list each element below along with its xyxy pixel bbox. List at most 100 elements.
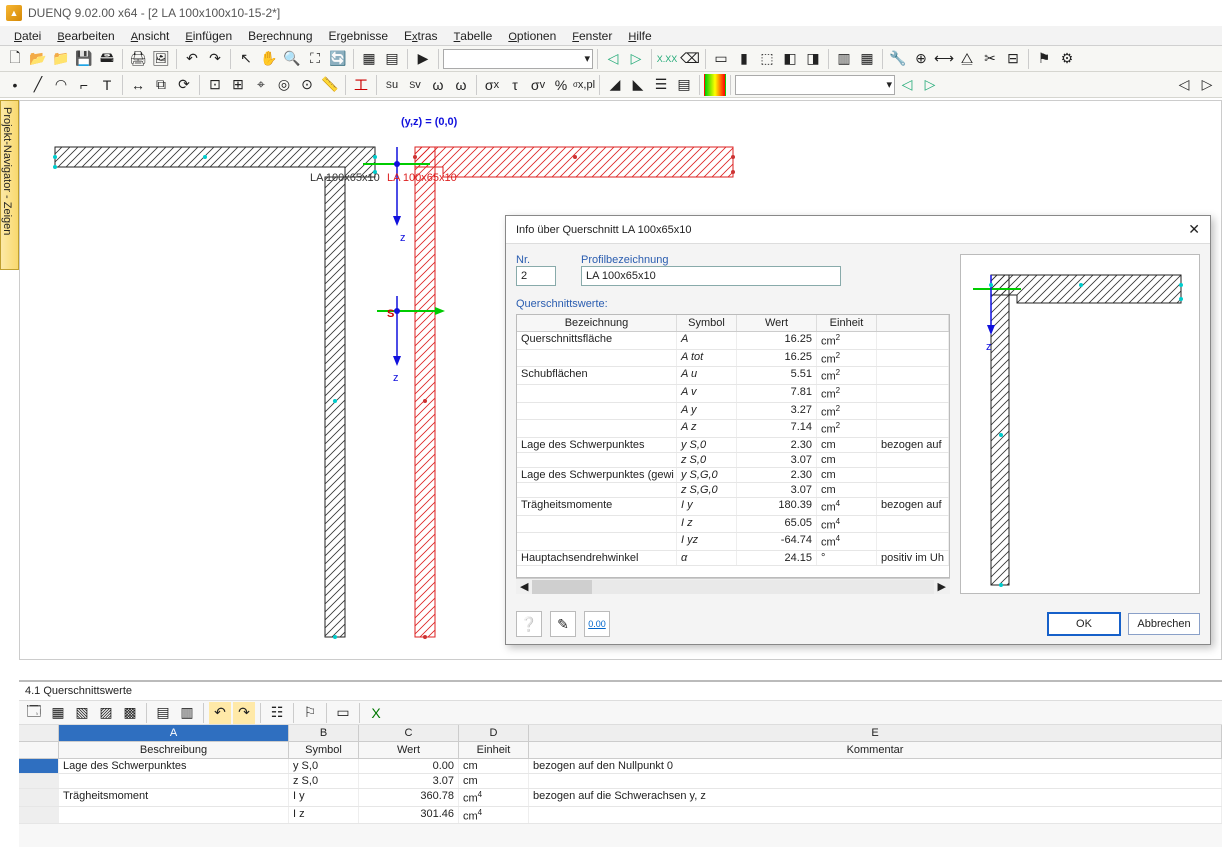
loadcase-combo[interactable]: ▾ (443, 49, 593, 69)
g1-icon[interactable]: ▭ (710, 48, 732, 70)
undo-icon[interactable]: ↶ (181, 48, 203, 70)
navprev-icon[interactable]: ◁ (1173, 74, 1195, 96)
snap1-icon[interactable]: ⊡ (204, 74, 226, 96)
bt6-icon[interactable]: ▤ (152, 702, 174, 724)
prev-icon[interactable]: ◁ (602, 48, 624, 70)
ibeam-icon[interactable]: 工 (350, 74, 372, 96)
open-icon[interactable]: 📂 (27, 48, 49, 70)
su-icon[interactable]: Su (381, 74, 403, 96)
gear-icon[interactable]: ⚙ (1056, 48, 1078, 70)
table-row[interactable]: TrägheitsmomentI y360.78cm4bezogen auf d… (19, 789, 1222, 807)
table-row[interactable]: A tot16.25cm2 (517, 350, 949, 368)
units-icon[interactable]: 0.00 (584, 611, 610, 637)
g4-icon[interactable]: ◧ (779, 48, 801, 70)
table-row[interactable]: I z65.05cm4 (517, 516, 949, 534)
open2-icon[interactable]: 📁 (50, 48, 72, 70)
table-row[interactable]: A y3.27cm2 (517, 403, 949, 421)
node-icon[interactable]: • (4, 74, 26, 96)
om2-icon[interactable]: ω (450, 74, 472, 96)
table-row[interactable]: I z301.46cm4 (19, 807, 1222, 825)
arc-icon[interactable]: ◠ (50, 74, 72, 96)
bt2-icon[interactable]: ▦ (47, 702, 69, 724)
sigpl-icon[interactable]: σx,pl (573, 74, 595, 96)
preview-icon[interactable]: 🖼 (150, 48, 172, 70)
sig2-icon[interactable]: σv (527, 74, 549, 96)
hand-icon[interactable]: ✋ (258, 48, 280, 70)
bt1-icon[interactable]: 🗔 (23, 702, 45, 724)
copy-icon[interactable]: ⧉ (150, 74, 172, 96)
rotate-icon[interactable]: ⟳ (173, 74, 195, 96)
tau-icon[interactable]: τ (504, 74, 526, 96)
bt12-icon[interactable]: ▭ (332, 702, 354, 724)
table-row[interactable]: Hauptachsendrehwinkelα24.15°positiv im U… (517, 551, 949, 566)
bt11-icon[interactable]: ⚐ (299, 702, 321, 724)
table-row[interactable]: A z7.14cm2 (517, 420, 949, 438)
cancel-button[interactable]: Abbrechen (1128, 613, 1200, 635)
line-icon[interactable]: ╱ (27, 74, 49, 96)
g3-icon[interactable]: ⬚ (756, 48, 778, 70)
table-row[interactable]: TrägheitsmomenteI y180.39cm4bezogen auf (517, 498, 949, 516)
table-row[interactable]: Lage des Schwerpunktesy S,00.00cmbezogen… (19, 759, 1222, 774)
hscrollbar[interactable]: ◀▶ (516, 578, 950, 594)
zoom-icon[interactable]: 🔍 (281, 48, 303, 70)
table-row[interactable]: z S,03.07cm (19, 774, 1222, 789)
legend-icon[interactable] (704, 74, 726, 96)
tool2-icon[interactable]: ⊕ (910, 48, 932, 70)
side-tab-navigator[interactable]: Projekt-Navigator - Zeigen (0, 100, 19, 270)
table-row[interactable]: Lage des Schwerpunktesy S,02.30cmbezogen… (517, 438, 949, 453)
m2-icon[interactable]: ▦ (856, 48, 878, 70)
doc-icon[interactable]: ☰ (650, 74, 672, 96)
mirror-icon[interactable]: ⧋ (956, 48, 978, 70)
calc-icon[interactable]: ▶ (412, 48, 434, 70)
sig1-icon[interactable]: σx (481, 74, 503, 96)
bt9-icon[interactable]: ↷ (233, 702, 255, 724)
cascade-icon[interactable]: ▤ (381, 48, 403, 70)
nr-input[interactable] (516, 266, 556, 286)
snap5-icon[interactable]: ⊙ (296, 74, 318, 96)
gr2-icon[interactable]: ◣ (627, 74, 649, 96)
table-row[interactable]: A v7.81cm2 (517, 385, 949, 403)
m1-icon[interactable]: ▥ (833, 48, 855, 70)
xxx-icon[interactable]: X.XX (656, 48, 678, 70)
table-row[interactable]: z S,G,03.07cm (517, 483, 949, 498)
menu-bearbeiten[interactable]: Bearbeiten (49, 29, 122, 43)
rprev-icon[interactable]: ◁ (896, 74, 918, 96)
move-icon[interactable]: ↔ (127, 74, 149, 96)
menu-ansicht[interactable]: Ansicht (123, 29, 178, 43)
menu-datei[interactable]: Datei (6, 29, 49, 43)
bt5-icon[interactable]: ▩ (119, 702, 141, 724)
snap2-icon[interactable]: ⊞ (227, 74, 249, 96)
menu-fenster[interactable]: Fenster (564, 29, 620, 43)
property-grid[interactable]: Bezeichnung Symbol Wert Einheit Querschn… (516, 314, 950, 578)
next-icon[interactable]: ▷ (625, 48, 647, 70)
edit-icon[interactable]: ✎ (550, 611, 576, 637)
cut-icon[interactable]: ✂ (979, 48, 1001, 70)
cursor-icon[interactable]: ↖ (235, 48, 257, 70)
snap3-icon[interactable]: ⌖ (250, 74, 272, 96)
bt8-icon[interactable]: ↶ (209, 702, 231, 724)
bt7-icon[interactable]: ▥ (176, 702, 198, 724)
table-row[interactable]: QuerschnittsflächeA16.25cm2 (517, 332, 949, 350)
table-row[interactable]: Lage des Schwerpunktes (gewiy S,G,02.30c… (517, 468, 949, 483)
pct-icon[interactable]: % (550, 74, 572, 96)
dialog-title-bar[interactable]: Info über Querschnitt LA 100x65x10 ✕ (506, 216, 1210, 244)
help-icon[interactable]: ❔ (516, 611, 542, 637)
meas-icon[interactable]: 📏 (319, 74, 341, 96)
g2-icon[interactable]: ▮ (733, 48, 755, 70)
gr1-icon[interactable]: ◢ (604, 74, 626, 96)
t-icon[interactable]: T (96, 74, 118, 96)
table-row[interactable]: I yz-64.74cm4 (517, 533, 949, 551)
poly-icon[interactable]: ⌐ (73, 74, 95, 96)
menu-einfuegen[interactable]: Einfügen (177, 29, 240, 43)
bt3-icon[interactable]: ▧ (71, 702, 93, 724)
ok-button[interactable]: OK (1048, 613, 1120, 635)
g5-icon[interactable]: ◨ (802, 48, 824, 70)
menu-hilfe[interactable]: Hilfe (620, 29, 659, 43)
sv-icon[interactable]: Sv (404, 74, 426, 96)
redo-icon[interactable]: ↷ (204, 48, 226, 70)
sec-icon[interactable]: ⊟ (1002, 48, 1024, 70)
om1-icon[interactable]: ω (427, 74, 449, 96)
save-icon[interactable]: 💾 (73, 48, 95, 70)
refresh-icon[interactable]: 🔄 (327, 48, 349, 70)
bt10-icon[interactable]: ☷ (266, 702, 288, 724)
